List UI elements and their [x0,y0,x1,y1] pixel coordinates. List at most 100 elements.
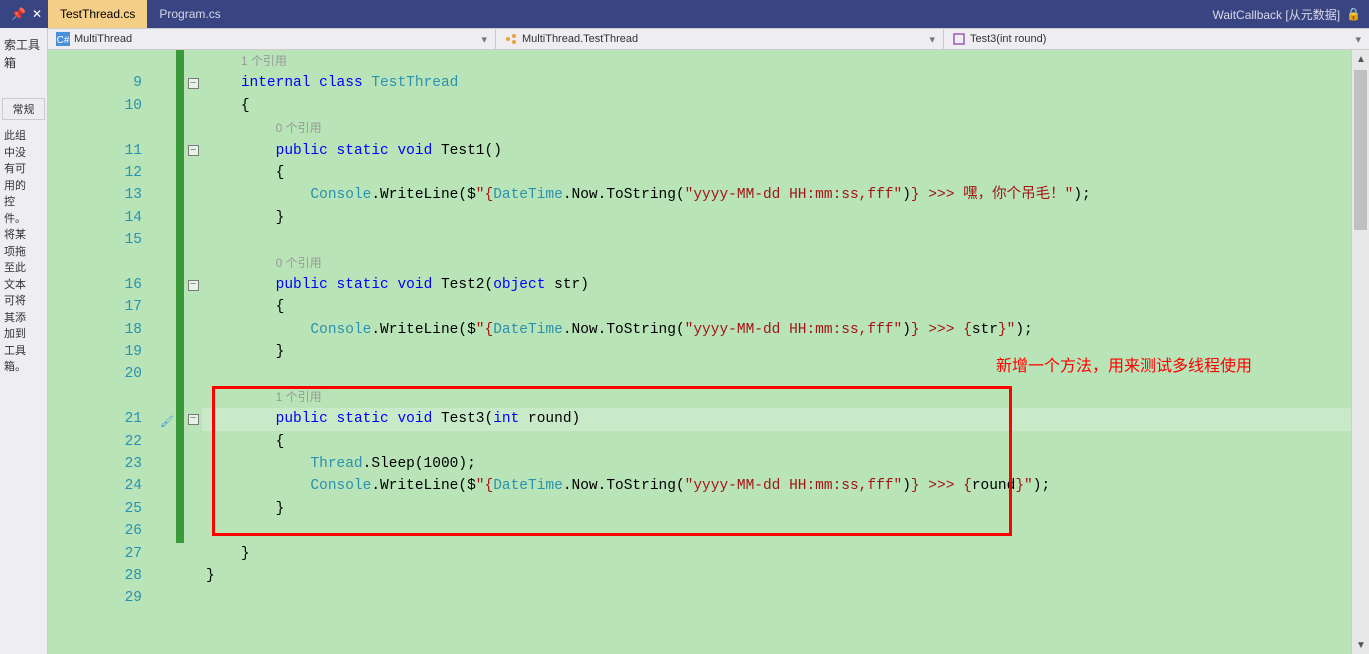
code-row: 1 个引用 [48,386,1369,408]
toolbox-title: 索工具箱 [2,32,45,76]
code-text: Thread.Sleep(1000); [202,453,1369,475]
change-marker [176,453,184,475]
change-marker [176,274,184,296]
line-number: 28 [48,565,152,587]
line-number: 10 [48,95,152,117]
tab-label: Program.cs [159,7,220,21]
tab-testthread[interactable]: TestThread.cs [48,0,147,28]
fold-gutter [184,386,202,408]
editor-wrap: C# MultiThread ▾ MultiThread.TestThread … [48,28,1369,654]
codelens-references[interactable]: 0 个引用 [276,256,322,270]
code-text: public static void Test3(int round) [202,408,1369,430]
fold-gutter [184,341,202,363]
scroll-up-icon[interactable]: ▲ [1352,50,1369,68]
change-marker [176,252,184,274]
fold-gutter[interactable]: − [184,274,202,296]
annotation-text: 新增一个方法，用来测试多线程使用 [996,352,1252,376]
line-number: 26 [48,520,152,542]
change-marker [176,95,184,117]
glyph-margin [152,207,176,229]
glyph-margin [152,520,176,542]
code-text [202,520,1369,542]
glyph-margin [152,184,176,206]
fold-gutter[interactable]: − [184,72,202,94]
line-number: 24 [48,475,152,497]
line-number [48,50,152,72]
code-editor[interactable]: 1 个引用 9 − internal class TestThread 10 { [48,50,1369,654]
scroll-down-icon[interactable]: ▼ [1352,636,1369,654]
change-marker [176,363,184,385]
scroll-thumb[interactable] [1354,70,1367,230]
code-row-current: 21 🖌 − public static void Test3(int roun… [48,408,1369,430]
fold-gutter[interactable]: − [184,140,202,162]
chevron-down-icon: ▾ [1355,33,1361,46]
code-text: { [202,431,1369,453]
change-marker [176,408,184,430]
code-row: 15 [48,229,1369,251]
code-row: 9 − internal class TestThread [48,72,1369,94]
class-label: MultiThread.TestThread [522,33,638,45]
tab-program[interactable]: Program.cs [147,0,232,28]
fold-gutter [184,229,202,251]
glyph-margin [152,543,176,565]
glyph-margin [152,296,176,318]
namespace-label: MultiThread [74,33,132,45]
code-text: { [202,296,1369,318]
fold-gutter [184,475,202,497]
change-marker [176,431,184,453]
glyph-margin [152,565,176,587]
fold-gutter [184,207,202,229]
line-number: 27 [48,543,152,565]
code-text: 0 个引用 [202,252,1369,274]
code-row: 10 { [48,95,1369,117]
change-marker [176,319,184,341]
toolbox-category[interactable]: 常规 [2,98,45,120]
change-marker [176,565,184,587]
change-marker [176,520,184,542]
pin-icon[interactable]: 📌 [11,7,26,21]
codelens-references[interactable]: 1 个引用 [241,54,287,68]
tab-bar: 📌 ✕ TestThread.cs Program.cs WaitCallbac… [0,0,1369,28]
code-text: 1 个引用 [202,50,1369,72]
fold-minus-icon: − [188,145,199,156]
glyph-margin [152,140,176,162]
code-row: 28 } [48,565,1369,587]
glyph-margin [152,498,176,520]
glyph-margin [152,386,176,408]
codelens-references[interactable]: 0 个引用 [276,121,322,135]
change-marker [176,229,184,251]
line-number: 9 [48,72,152,94]
code-text: } [202,565,1369,587]
glyph-margin [152,431,176,453]
line-number: 20 [48,363,152,385]
code-text: } [202,498,1369,520]
close-icon[interactable]: ✕ [32,7,42,21]
code-text: 1 个引用 [202,386,1369,408]
change-marker [176,543,184,565]
namespace-selector[interactable]: C# MultiThread ▾ [48,29,496,49]
lock-icon: 🔒 [1346,7,1361,21]
status-right: WaitCallback [从元数据] 🔒 [1212,0,1369,28]
code-text: public static void Test2(object str) [202,274,1369,296]
code-nav-bar: C# MultiThread ▾ MultiThread.TestThread … [48,28,1369,50]
codelens-references[interactable]: 1 个引用 [276,390,322,404]
fold-gutter [184,520,202,542]
vertical-scrollbar[interactable]: ▲ ▼ [1351,50,1369,654]
glyph-margin [152,453,176,475]
tab-left-controls: 📌 ✕ [0,0,48,28]
code-text: public static void Test1() [202,140,1369,162]
code-text: { [202,162,1369,184]
member-selector[interactable]: Test3(int round) ▾ [944,29,1369,49]
glyph-margin [152,95,176,117]
fold-minus-icon: − [188,280,199,291]
fold-gutter [184,431,202,453]
line-number: 15 [48,229,152,251]
code-row: 11 − public static void Test1() [48,140,1369,162]
class-selector[interactable]: MultiThread.TestThread ▾ [496,29,944,49]
fold-gutter[interactable]: − [184,408,202,430]
code-text: Console.WriteLine($"{DateTime.Now.ToStri… [202,184,1369,206]
line-number [48,252,152,274]
line-number: 25 [48,498,152,520]
code-row: 27 } [48,543,1369,565]
fold-gutter [184,587,202,609]
